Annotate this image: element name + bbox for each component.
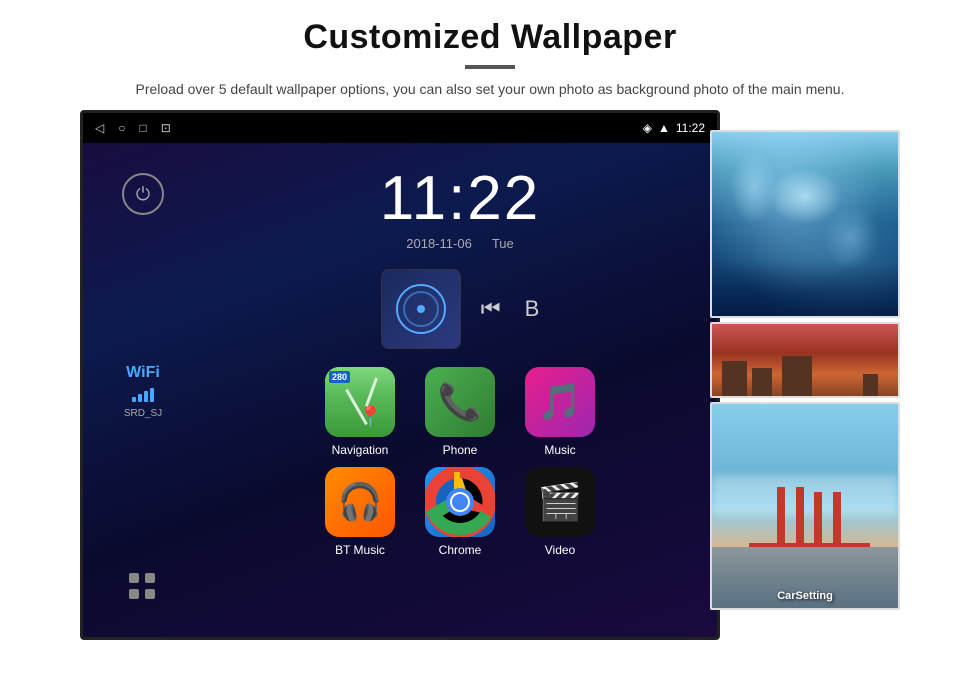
- phone-icon: 📞: [425, 367, 495, 437]
- app-item-bt-music[interactable]: 🎧 BT Music: [315, 467, 405, 557]
- media-controls: ⏮ B: [481, 296, 540, 322]
- building-3: [782, 356, 812, 396]
- main-content: ⏻ WiFi SRD_SJ: [83, 143, 717, 637]
- home-icon[interactable]: ○: [118, 121, 125, 135]
- app-item-music[interactable]: 🎵 Music: [515, 367, 605, 457]
- radio-widget[interactable]: [381, 269, 461, 349]
- clock-date: 2018-11-06 Tue: [380, 236, 541, 251]
- signal-bar-2: [138, 394, 142, 402]
- status-icons: ◈ ▲ 11:22: [643, 121, 705, 135]
- next-track-icon[interactable]: B: [525, 296, 540, 322]
- dot-1: [129, 573, 139, 583]
- date-left: 2018-11-06: [406, 236, 472, 251]
- wifi-bars: [132, 388, 154, 402]
- widget-area: ⏮ B: [381, 269, 540, 349]
- red-wallpaper-preview: [710, 322, 900, 398]
- navigation-label: Navigation: [332, 443, 389, 457]
- chrome-icon: [425, 467, 495, 537]
- page-wrapper: Customized Wallpaper Preload over 5 defa…: [0, 0, 980, 640]
- page-title: Customized Wallpaper: [80, 18, 900, 57]
- fog-layer: [712, 475, 898, 516]
- clock-time: 11:22: [380, 163, 541, 234]
- bt-music-label: BT Music: [335, 543, 385, 557]
- signal-bar-1: [132, 397, 136, 402]
- center-content: 11:22 2018-11-06 Tue: [203, 143, 717, 637]
- golden-gate-preview: CarSetting: [710, 402, 900, 610]
- app-item-chrome[interactable]: Chrome: [415, 467, 505, 557]
- bt-music-icon: 🎧: [325, 467, 395, 537]
- apps-grid-icon[interactable]: [123, 567, 163, 607]
- phone-label: Phone: [443, 443, 478, 457]
- screenshot-icon[interactable]: ⊡: [161, 121, 171, 135]
- building-2: [752, 368, 772, 396]
- bridge-tower-far-right: [833, 492, 841, 547]
- clock-section: 11:22 2018-11-06 Tue: [380, 143, 541, 261]
- building-4: [863, 374, 878, 396]
- video-label: Video: [545, 543, 575, 557]
- recents-icon[interactable]: □: [139, 121, 146, 135]
- music-icon: 🎵: [525, 367, 595, 437]
- ice-cave-preview: [710, 130, 900, 318]
- building-1: [722, 361, 747, 396]
- date-right: Tue: [492, 236, 514, 251]
- page-header: Customized Wallpaper Preload over 5 defa…: [0, 0, 980, 110]
- ice-shadow: [712, 261, 898, 316]
- app-item-video[interactable]: 🎬 Video: [515, 467, 605, 557]
- wifi-label: WiFi: [126, 364, 160, 382]
- clock-status: 11:22: [676, 121, 705, 135]
- power-button[interactable]: ⏻: [122, 173, 164, 215]
- signal-bar-3: [144, 391, 148, 402]
- chrome-svg: [425, 467, 495, 537]
- back-icon[interactable]: ◁: [95, 121, 104, 135]
- map-badge: 280: [329, 371, 350, 383]
- bridge-tower-right: [796, 487, 804, 547]
- signal-bar-4: [150, 388, 154, 402]
- signal-icon: ▲: [658, 121, 670, 135]
- screens-container: ◁ ○ □ ⊡ ◈ ▲ 11:22 ⏻ WiFi: [80, 110, 900, 640]
- title-divider: [465, 65, 515, 69]
- app-item-navigation[interactable]: 280 📍 Navigation: [315, 367, 405, 457]
- video-icon: 🎬: [525, 467, 595, 537]
- signal-dot: [417, 305, 425, 313]
- music-label: Music: [544, 443, 575, 457]
- android-screen: ◁ ○ □ ⊡ ◈ ▲ 11:22 ⏻ WiFi: [80, 110, 720, 640]
- dot-4: [145, 589, 155, 599]
- ice-glow-1: [731, 150, 778, 224]
- dot-2: [145, 573, 155, 583]
- dot-3: [129, 589, 139, 599]
- page-subtitle: Preload over 5 default wallpaper options…: [80, 79, 900, 100]
- wallpaper-previews: CarSetting: [710, 130, 900, 610]
- prev-track-icon[interactable]: ⏮: [481, 296, 501, 322]
- chrome-label: Chrome: [439, 543, 482, 557]
- bridge-tower-left: [777, 487, 785, 547]
- navigation-icon: 280 📍: [325, 367, 395, 437]
- carsetting-label: CarSetting: [712, 590, 898, 602]
- status-bar: ◁ ○ □ ⊡ ◈ ▲ 11:22: [83, 113, 717, 143]
- app-grid: 280 📍 Navigation 📞 Phone: [305, 357, 615, 567]
- sidebar: ⏻ WiFi SRD_SJ: [83, 143, 203, 637]
- location-icon: ◈: [643, 121, 652, 135]
- nav-buttons: ◁ ○ □ ⊡: [95, 121, 171, 135]
- wifi-widget: WiFi SRD_SJ: [124, 364, 162, 419]
- wifi-ssid: SRD_SJ: [124, 408, 162, 419]
- app-item-phone[interactable]: 📞 Phone: [415, 367, 505, 457]
- radio-signal-icon: [396, 284, 446, 334]
- bridge-tower-far-left: [814, 492, 822, 547]
